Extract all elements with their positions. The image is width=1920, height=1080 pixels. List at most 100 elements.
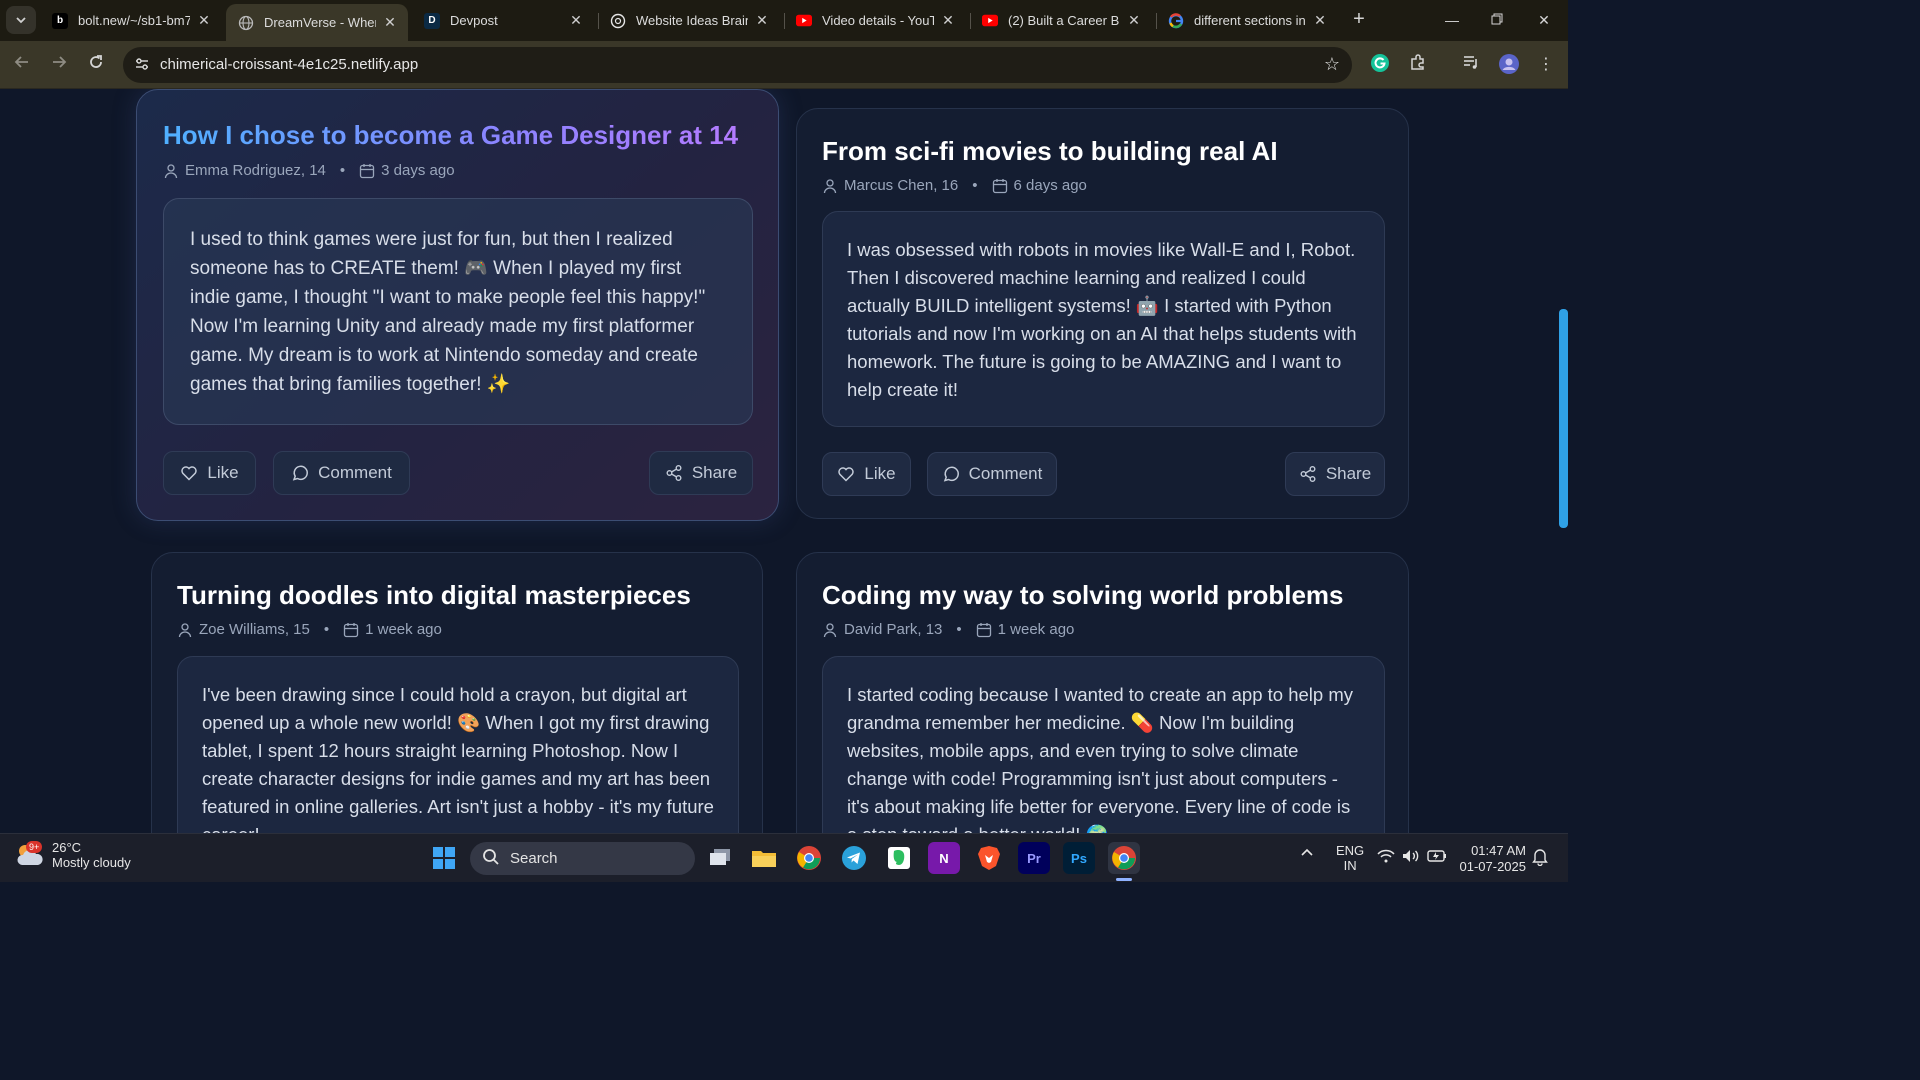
share-icon — [1299, 465, 1317, 483]
browser-tab-bar: b bolt.new/~/sb1-bm7 ✕ DreamVerse - Wher… — [0, 0, 1568, 41]
story-card: Turning doodles into digital masterpiece… — [151, 552, 763, 833]
tab-title: Devpost — [450, 13, 498, 28]
taskbar-search[interactable]: Search — [470, 842, 695, 875]
like-label: Like — [207, 463, 239, 482]
active-app-indicator — [1116, 878, 1132, 881]
onenote-icon[interactable]: N — [928, 842, 960, 874]
comment-icon — [942, 465, 960, 483]
search-label: Search — [510, 850, 558, 867]
wifi-icon[interactable] — [1377, 849, 1395, 866]
close-icon[interactable]: ✕ — [568, 12, 584, 29]
story-card: Coding my way to solving world problems … — [796, 552, 1409, 833]
user-icon — [163, 163, 179, 179]
close-icon[interactable]: ✕ — [1312, 12, 1328, 29]
volume-icon[interactable] — [1402, 849, 1420, 866]
calendar-icon — [992, 178, 1008, 194]
url-text: chimerical-croissant-4e1c25.netlify.app — [160, 56, 419, 73]
tab-title: (2) Built a Career Buil — [1008, 13, 1120, 28]
weather-cloud-icon: 9+ — [14, 839, 46, 871]
tab-search-button[interactable] — [6, 6, 36, 34]
grammarly-icon[interactable] — [1368, 53, 1392, 77]
share-label: Share — [691, 463, 738, 482]
story-author: David Park, 13 — [844, 621, 943, 638]
story-time: 6 days ago — [1013, 177, 1087, 194]
bolt-icon: b — [52, 12, 68, 29]
meta-separator: • — [339, 162, 346, 179]
story-text: I started coding because I wanted to cre… — [822, 656, 1385, 833]
bookmark-star-icon[interactable]: ☆ — [1324, 54, 1340, 75]
story-meta: Zoe Williams, 15 • 1 week ago — [177, 621, 442, 638]
telegram-icon[interactable] — [838, 842, 870, 874]
browser-tab-active[interactable]: DreamVerse - Where ✕ — [226, 4, 408, 41]
browser-tab[interactable]: D Devpost ✕ — [412, 6, 594, 35]
weather-widget[interactable]: 9+ 26°C Mostly cloudy — [14, 839, 131, 871]
windows-start-icon[interactable] — [428, 842, 460, 874]
story-author: Zoe Williams, 15 — [199, 621, 310, 638]
browser-tab[interactable]: different sections in v ✕ — [1156, 6, 1338, 35]
comment-button[interactable]: Comment — [927, 452, 1057, 496]
page-scrollbar-thumb[interactable] — [1559, 309, 1568, 528]
lang-top: ENG — [1336, 843, 1365, 858]
like-button[interactable]: Like — [822, 452, 911, 496]
address-bar[interactable]: chimerical-croissant-4e1c25.netlify.app … — [123, 47, 1352, 83]
profile-avatar[interactable] — [1497, 53, 1521, 77]
browser-tab[interactable]: b bolt.new/~/sb1-bm7 ✕ — [40, 6, 222, 35]
clock-time: 01:47 AM — [1471, 843, 1526, 858]
tray-chevron-up-icon[interactable] — [1300, 846, 1314, 863]
browser-tab[interactable]: (2) Built a Career Buil ✕ — [970, 6, 1152, 35]
share-button[interactable]: Share — [1285, 452, 1385, 496]
system-clock[interactable]: 01:47 AM 01-07-2025 — [1458, 843, 1527, 875]
close-icon[interactable]: ✕ — [382, 14, 398, 31]
chrome-profile-icon[interactable] — [1108, 842, 1140, 874]
story-author: Marcus Chen, 16 — [844, 177, 959, 194]
evernote-icon[interactable] — [883, 842, 915, 874]
chrome-icon[interactable] — [793, 842, 825, 874]
share-label: Share — [1325, 464, 1372, 483]
minimize-icon[interactable]: — — [1440, 8, 1464, 32]
back-arrow-icon[interactable] — [10, 53, 34, 77]
new-tab-button[interactable]: + — [1347, 8, 1371, 32]
chatgpt-icon — [610, 13, 626, 29]
close-icon[interactable]: ✕ — [754, 12, 770, 29]
forward-arrow-icon[interactable] — [47, 53, 71, 77]
share-button[interactable]: Share — [649, 451, 753, 495]
task-view-icon[interactable] — [704, 842, 736, 874]
meta-separator: • — [323, 621, 330, 638]
page-content: How I chose to become a Game Designer at… — [0, 89, 1568, 833]
weather-desc: Mostly cloudy — [52, 855, 131, 870]
devpost-icon: D — [424, 12, 440, 29]
battery-icon[interactable] — [1427, 849, 1447, 866]
brave-icon[interactable] — [973, 842, 1005, 874]
reload-icon[interactable] — [84, 53, 108, 77]
kebab-menu-icon[interactable]: ⋮ — [1534, 53, 1558, 77]
file-explorer-icon[interactable] — [748, 842, 780, 874]
extensions-puzzle-icon[interactable] — [1406, 53, 1430, 77]
restore-icon[interactable] — [1485, 8, 1509, 32]
google-icon — [1168, 12, 1184, 29]
photoshop-icon[interactable]: Ps — [1063, 842, 1095, 874]
close-icon[interactable]: ✕ — [940, 12, 956, 29]
browser-tab[interactable]: Video details - YouTu ✕ — [784, 6, 966, 35]
calendar-icon — [343, 622, 359, 638]
story-meta: David Park, 13 • 1 week ago — [822, 621, 1074, 638]
notification-bell-icon[interactable] — [1532, 848, 1548, 869]
browser-tab[interactable]: Website Ideas Brainst ✕ — [598, 6, 780, 35]
media-controls-icon[interactable] — [1459, 53, 1483, 77]
comment-button[interactable]: Comment — [273, 451, 410, 495]
story-time: 1 week ago — [997, 621, 1075, 638]
story-meta: Marcus Chen, 16 • 6 days ago — [822, 177, 1087, 194]
site-info-icon[interactable] — [133, 56, 151, 74]
premiere-pro-icon[interactable]: Pr — [1018, 842, 1050, 874]
clock-date: 01-07-2025 — [1459, 859, 1527, 874]
close-icon[interactable]: ✕ — [196, 12, 212, 29]
close-icon[interactable]: ✕ — [1126, 12, 1142, 29]
browser-toolbar: chimerical-croissant-4e1c25.netlify.app … — [0, 41, 1568, 89]
close-window-icon[interactable]: ✕ — [1532, 8, 1556, 32]
story-author: Emma Rodriguez, 14 — [185, 162, 326, 179]
story-meta: Emma Rodriguez, 14 • 3 days ago — [163, 162, 455, 179]
story-text: I was obsessed with robots in movies lik… — [822, 211, 1385, 427]
windows-taskbar: 9+ 26°C Mostly cloudy Search N Pr Ps ENG… — [0, 833, 1568, 882]
language-indicator[interactable]: ENG IN — [1336, 843, 1364, 873]
like-button[interactable]: Like — [163, 451, 256, 495]
user-icon — [822, 622, 838, 638]
